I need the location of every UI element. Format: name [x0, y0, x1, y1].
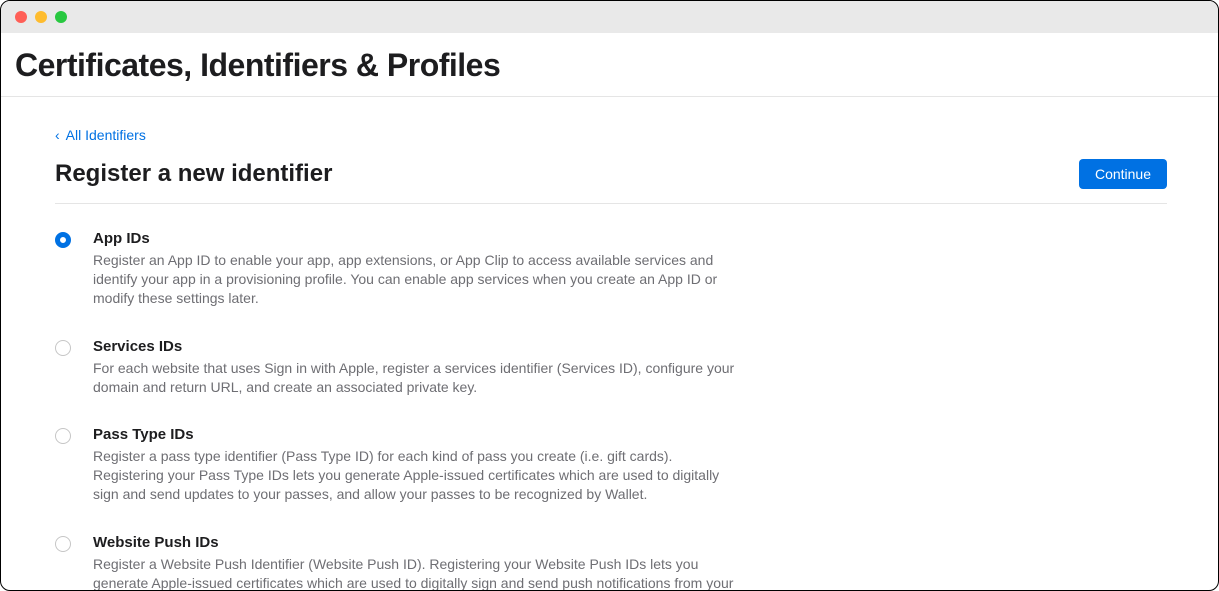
page-title: Certificates, Identifiers & Profiles: [15, 47, 1204, 84]
chevron-left-icon: ‹: [55, 128, 60, 142]
section-header: Register a new identifier Continue: [55, 159, 1167, 204]
option-desc: Register an App ID to enable your app, a…: [93, 251, 743, 308]
minimize-icon[interactable]: [35, 11, 47, 23]
content-area: ‹ All Identifiers Register a new identif…: [1, 97, 1193, 591]
option-title: Website Push IDs: [93, 534, 743, 551]
option-pass-type-ids: Pass Type IDs Register a pass type ident…: [55, 426, 1167, 504]
option-desc: Register a pass type identifier (Pass Ty…: [93, 447, 743, 504]
option-website-push-ids: Website Push IDs Register a Website Push…: [55, 534, 1167, 591]
option-title: App IDs: [93, 230, 743, 247]
option-title: Services IDs: [93, 338, 743, 355]
back-link-label: All Identifiers: [66, 127, 146, 143]
page-header: Certificates, Identifiers & Profiles: [1, 33, 1218, 97]
option-app-ids: App IDs Register an App ID to enable you…: [55, 230, 1167, 308]
window-frame: Certificates, Identifiers & Profiles ‹ A…: [0, 0, 1219, 591]
close-icon[interactable]: [15, 11, 27, 23]
option-desc: For each website that uses Sign in with …: [93, 359, 743, 397]
option-desc: Register a Website Push Identifier (Webs…: [93, 555, 743, 591]
radio-pass-type-ids[interactable]: [55, 428, 71, 444]
window-titlebar: [1, 1, 1218, 33]
radio-app-ids[interactable]: [55, 232, 71, 248]
back-link-all-identifiers[interactable]: ‹ All Identifiers: [55, 127, 146, 143]
continue-button[interactable]: Continue: [1079, 159, 1167, 189]
identifier-options-list: App IDs Register an App ID to enable you…: [55, 204, 1167, 591]
radio-website-push-ids[interactable]: [55, 536, 71, 552]
maximize-icon[interactable]: [55, 11, 67, 23]
option-services-ids: Services IDs For each website that uses …: [55, 338, 1167, 397]
radio-services-ids[interactable]: [55, 340, 71, 356]
section-title: Register a new identifier: [55, 160, 332, 188]
option-title: Pass Type IDs: [93, 426, 743, 443]
